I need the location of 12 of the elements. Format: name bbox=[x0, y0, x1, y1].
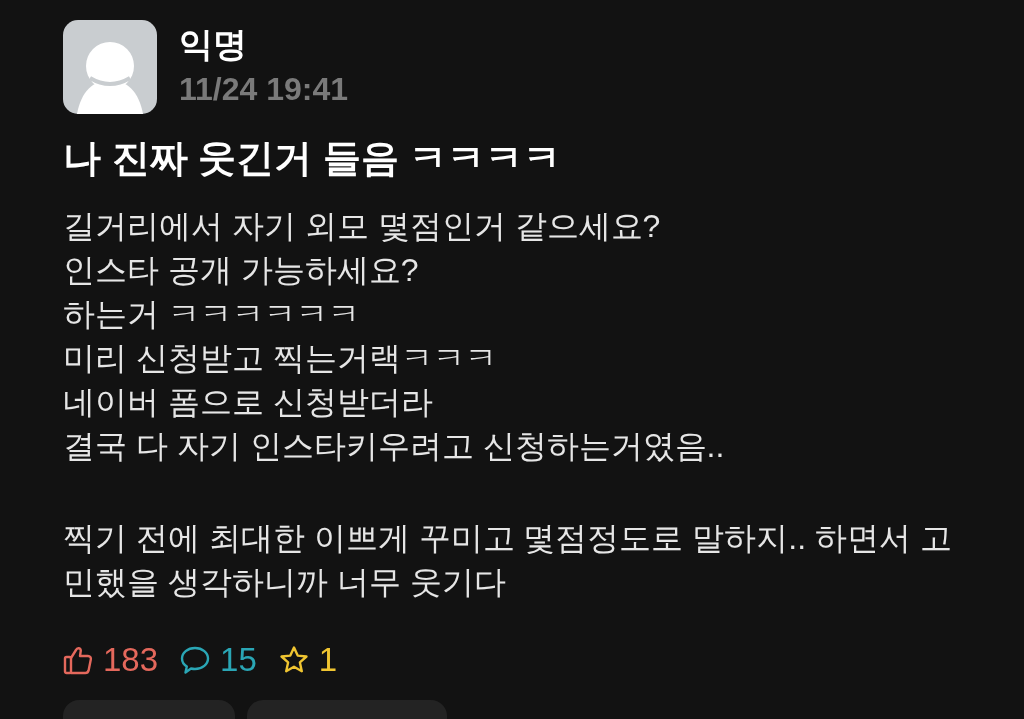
author-name: 익명 bbox=[179, 24, 247, 65]
post-title: 나 진짜 웃긴거 들음 ㅋㅋㅋㅋ bbox=[63, 136, 563, 180]
stat-count: 183 bbox=[103, 642, 159, 678]
stat-count: 1 bbox=[318, 642, 338, 678]
post-body-paragraph: 길거리에서 자기 외모 몇점인거 같으세요? 인스타 공개 가능하세요? 하는거 ㅋㅋㅋㅋㅋㅋ 미리 신청받고 찍는거랙ㅋㅋㅋ 네이버 폼으로 신청받더라 결국 다 자기 인스타키우려고 신청하는거였음.. bbox=[63, 207, 726, 466]
post-time: 11/24 19:41 bbox=[179, 70, 349, 109]
thumbs-up-icon[interactable] bbox=[63, 645, 93, 675]
avatar-icon bbox=[63, 20, 157, 114]
speech-bubble-icon[interactable] bbox=[180, 645, 211, 675]
star-icon[interactable] bbox=[278, 645, 309, 675]
stat-count: 15 bbox=[220, 642, 257, 678]
post-body-paragraph: 찍기 전에 최대한 이쁘게 꾸미고 몇점정도로 말하지.. 하면서 고민했을 생각하니까 너무 웃기다 bbox=[63, 519, 953, 602]
